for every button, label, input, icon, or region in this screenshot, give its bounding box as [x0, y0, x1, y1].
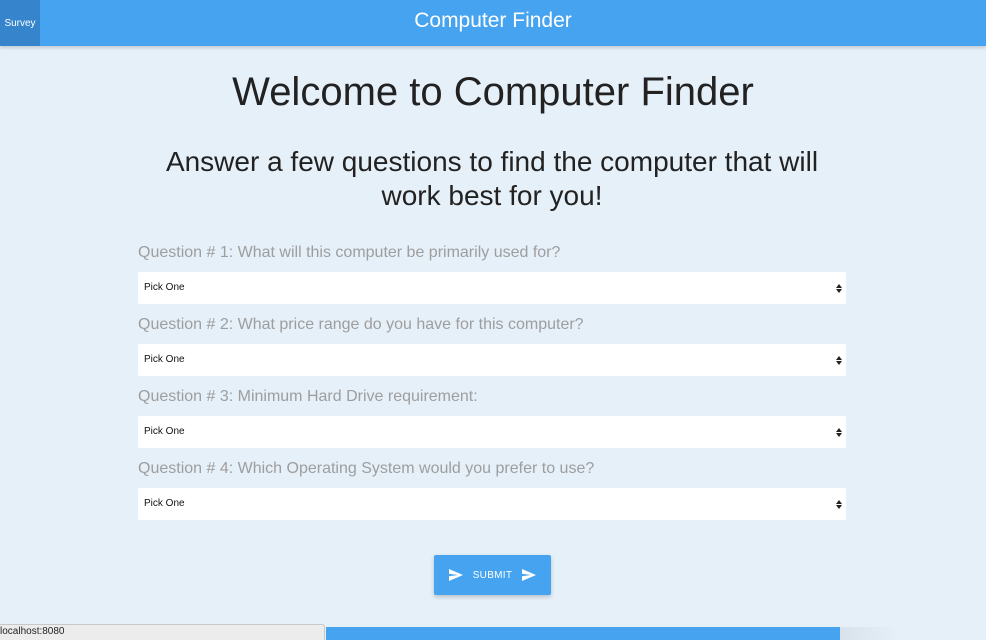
browser-status-bar: localhost:8080 — [0, 624, 325, 640]
question-1-selected-value: Pick One — [144, 282, 185, 293]
navbar-title: Computer Finder — [414, 9, 572, 32]
send-icon — [448, 569, 463, 581]
question-4-label: Question # 4: Which Operating System wou… — [138, 460, 595, 477]
top-navbar: Survey Computer Finder — [0, 0, 986, 46]
question-2-selected-value: Pick One — [144, 354, 185, 365]
send-icon — [522, 569, 537, 581]
select-arrows-icon — [835, 272, 843, 304]
survey-button[interactable]: Survey — [0, 0, 40, 46]
question-4-select[interactable]: Pick One — [138, 488, 846, 520]
question-2-select[interactable]: Pick One — [138, 344, 846, 376]
select-arrows-icon — [835, 416, 843, 448]
status-url: localhost:8080 — [0, 626, 65, 637]
question-3-label: Question # 3: Minimum Hard Drive require… — [138, 388, 478, 405]
footer-shadow — [840, 627, 900, 640]
question-4-selected-value: Pick One — [144, 498, 185, 509]
footer-bar — [326, 627, 840, 640]
page-title: Welcome to Computer Finder — [232, 70, 754, 114]
question-3-select[interactable]: Pick One — [138, 416, 846, 448]
page-subtitle: Answer a few questions to find the compu… — [165, 146, 819, 211]
question-3-selected-value: Pick One — [144, 426, 185, 437]
submit-label: SUBMIT — [472, 569, 513, 581]
submit-button[interactable]: SUBMIT — [434, 555, 551, 595]
question-1-select[interactable]: Pick One — [138, 272, 846, 304]
select-arrows-icon — [835, 344, 843, 376]
select-arrows-icon — [835, 488, 843, 520]
question-1-label: Question # 1: What will this computer be… — [138, 244, 561, 261]
question-2-label: Question # 2: What price range do you ha… — [138, 316, 584, 333]
